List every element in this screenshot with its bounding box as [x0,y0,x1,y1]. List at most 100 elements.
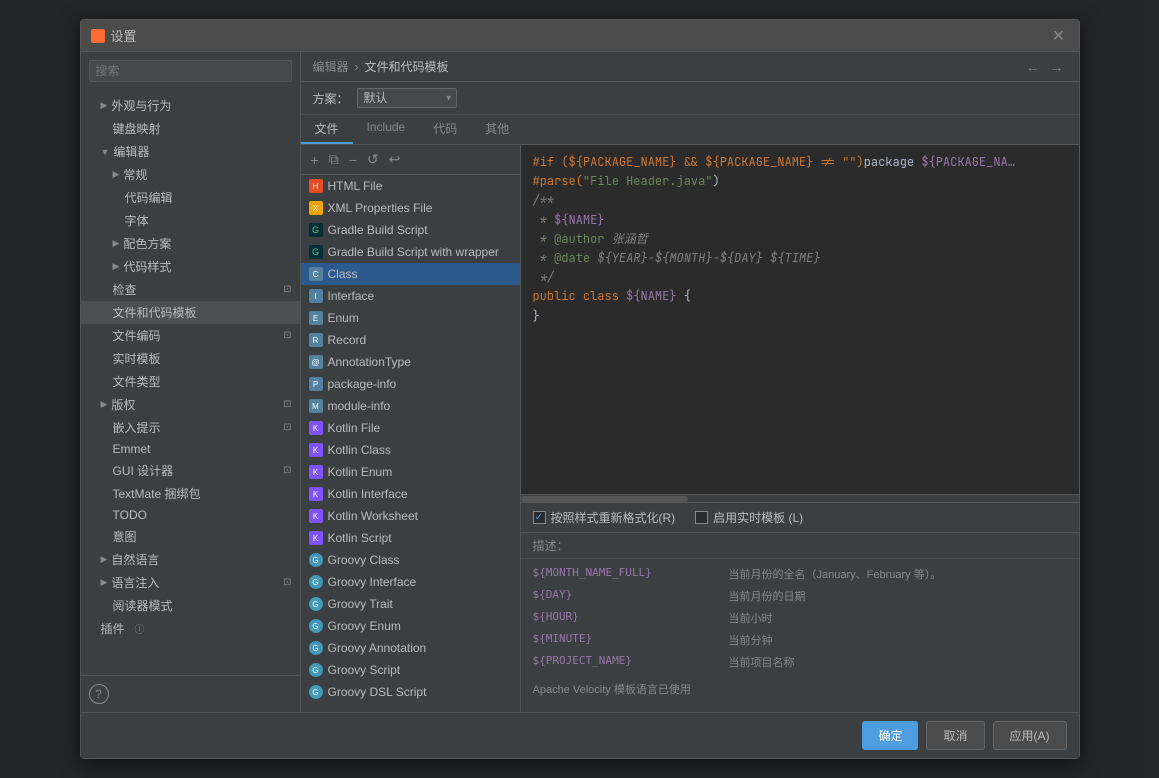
nav-item-appearance[interactable]: ▶ 外观与行为 [81,94,300,117]
nav-item-textmate[interactable]: TextMate 捆绑包 [81,482,300,505]
reformat-checkbox-label[interactable]: 按照样式重新格式化(R) [533,509,676,526]
desc-row-minute: ${MINUTE} 当前分钟 [533,629,1067,651]
realtime-checkbox-label[interactable]: 启用实时模板 (L) [695,509,803,526]
scheme-select[interactable]: 默认 [357,88,457,108]
desc-key: ${PROJECT_NAME} [533,654,713,670]
file-item-groovy-dsl[interactable]: G Groovy DSL Script [301,681,520,703]
close-button[interactable]: ✕ [1049,26,1069,46]
nav-item-copyright[interactable]: ▶ 版权 ⊡ [81,393,300,416]
nav-item-code-editing[interactable]: 代码编辑 [81,186,300,209]
tab-files[interactable]: 文件 [301,115,353,144]
ok-button[interactable]: 确定 [862,721,918,750]
nav-label: TextMate 捆绑包 [113,485,201,502]
file-item-groovy-interface[interactable]: G Groovy Interface [301,571,520,593]
tab-code[interactable]: 代码 [419,115,471,144]
nav-item-natural-language[interactable]: ▶ 自然语言 [81,548,300,571]
tab-other[interactable]: 其他 [471,115,523,144]
add-template-button[interactable]: + [307,150,323,170]
nav-item-inlay-hints[interactable]: 嵌入提示 ⊡ [81,416,300,439]
nav-item-general[interactable]: ▶ 常规 [81,163,300,186]
file-item-groovy-trait[interactable]: G Groovy Trait [301,593,520,615]
file-item-groovy-script[interactable]: G Groovy Script [301,659,520,681]
file-item-groovy-annotation[interactable]: G Groovy Annotation [301,637,520,659]
file-item-kotlin-enum[interactable]: K Kotlin Enum [301,461,520,483]
nav-item-code-style[interactable]: ▶ 代码样式 [81,255,300,278]
file-item-label: HTML File [328,179,383,193]
nav-item-lang-injection[interactable]: ▶ 语言注入 ⊡ [81,571,300,594]
code-panel: #if (${PACKAGE_NAME} && ${PACKAGE_NAME} … [521,145,1079,712]
file-item-groovy-class[interactable]: G Groovy Class [301,549,520,571]
nav-item-font[interactable]: 字体 [81,209,300,232]
file-item-gradle[interactable]: G Gradle Build Script [301,219,520,241]
nav-label: 配色方案 [123,235,171,252]
file-item-kotlin-worksheet[interactable]: K Kotlin Worksheet [301,505,520,527]
apply-button[interactable]: 应用(A) [993,721,1067,750]
desc-key: ${MONTH_NAME_FULL} [533,566,713,582]
file-item-interface[interactable]: I Interface [301,285,520,307]
remove-template-button[interactable]: − [345,150,361,170]
file-item-groovy-enum[interactable]: G Groovy Enum [301,615,520,637]
undo-template-button[interactable]: ↩ [385,149,405,170]
file-list: H HTML File X XML Properties File G [301,175,520,712]
file-item-kotlin-class[interactable]: K Kotlin Class [301,439,520,461]
reformat-checkbox[interactable] [533,511,546,524]
nav-item-intentions[interactable]: 意图 [81,525,300,548]
file-item-kotlin-script[interactable]: K Kotlin Script [301,527,520,549]
file-item-kotlin-interface[interactable]: K Kotlin Interface [301,483,520,505]
nav-label: 嵌入提示 [113,419,161,436]
file-item-class[interactable]: C Class [301,263,520,285]
desc-val: 当前月份的日期 [729,588,806,604]
gradle-wrapper-icon: G [309,245,323,259]
help-button[interactable]: ? [89,684,109,704]
code-line-2: #parse("File Header.java") [533,172,1067,191]
nav-item-reader-mode[interactable]: 阅读器模式 [81,594,300,617]
kotlin-class-icon: K [309,443,323,457]
file-item-record[interactable]: R Record [301,329,520,351]
modal-overlay: 设置 ✕ ▶ 外观与行为 键盘映射 [0,0,1159,778]
nav-item-todo[interactable]: TODO [81,505,300,525]
gui-indicator: ⊡ [283,465,291,476]
desc-row-day: ${DAY} 当前月份的日期 [533,585,1067,607]
file-item-xml-properties[interactable]: X XML Properties File [301,197,520,219]
desc-row-project: ${PROJECT_NAME} 当前项目名称 [533,651,1067,673]
nav-item-color-scheme[interactable]: ▶ 配色方案 [81,232,300,255]
realtime-checkbox[interactable] [695,511,708,524]
nav-item-editor[interactable]: ▼ 编辑器 [81,140,300,163]
file-item-html[interactable]: H HTML File [301,175,520,197]
nav-item-keymap[interactable]: 键盘映射 [81,117,300,140]
file-item-module-info[interactable]: M module-info [301,395,520,417]
reset-template-button[interactable]: ↺ [363,149,383,170]
nav-item-emmet[interactable]: Emmet [81,439,300,459]
file-item-enum[interactable]: E Enum [301,307,520,329]
nav-item-file-types[interactable]: 文件类型 [81,370,300,393]
copy-template-button[interactable]: ⧉ [325,149,343,170]
code-horizontal-scrollbar[interactable] [521,494,1079,502]
help-button-area[interactable]: ? [81,675,300,712]
breadcrumb-current: 文件和代码模板 [365,58,449,75]
nav-label: GUI 设计器 [113,462,174,479]
nav-label: 版权 [111,396,135,413]
cancel-button[interactable]: 取消 [926,721,984,750]
nav-item-inspections[interactable]: 检查 ⊡ [81,278,300,301]
tab-include[interactable]: Include [353,115,420,144]
nav-back-button[interactable]: ← [1023,59,1043,75]
nav-item-gui-designer[interactable]: GUI 设计器 ⊡ [81,459,300,482]
file-item-label: Groovy Annotation [328,641,427,655]
nav-fwd-button[interactable]: → [1047,59,1067,75]
plugin-info-icon: ⓘ [135,621,145,636]
nav-item-file-templates[interactable]: 文件和代码模板 [81,301,300,324]
nav-label: 代码编辑 [125,189,173,206]
code-editor[interactable]: #if (${PACKAGE_NAME} && ${PACKAGE_NAME} … [521,145,1079,494]
settings-search-input[interactable] [89,60,292,82]
desc-row-hour: ${HOUR} 当前小时 [533,607,1067,629]
file-item-kotlin-file[interactable]: K Kotlin File [301,417,520,439]
file-item-annotation-type[interactable]: @ AnnotationType [301,351,520,373]
nav-label: 常规 [123,166,147,183]
nav-label: 代码样式 [123,258,171,275]
nav-item-file-encoding[interactable]: 文件编码 ⊡ [81,324,300,347]
file-item-gradle-wrapper[interactable]: G Gradle Build Script with wrapper [301,241,520,263]
file-item-package-info[interactable]: P package-info [301,373,520,395]
nav-item-plugins[interactable]: 插件 ⓘ [81,617,300,640]
bottom-options: 按照样式重新格式化(R) 启用实时模板 (L) [521,502,1079,532]
nav-item-live-templates[interactable]: 实时模板 [81,347,300,370]
